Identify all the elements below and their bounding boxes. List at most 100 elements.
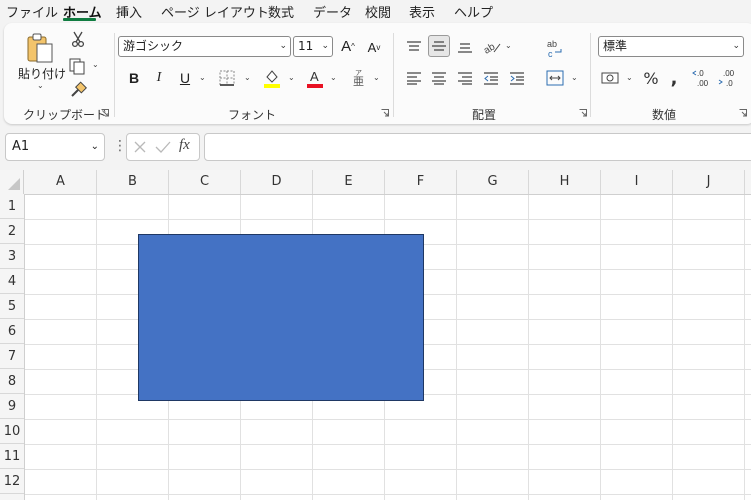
column-header-e[interactable]: E bbox=[313, 170, 385, 194]
decrease-decimal-icon[interactable]: .00.0 bbox=[718, 66, 740, 90]
row-header-6[interactable]: 6 bbox=[0, 319, 24, 344]
number-dialog-launcher-icon[interactable] bbox=[739, 109, 747, 117]
tab-formulas[interactable]: 数式 bbox=[268, 2, 294, 21]
align-right-icon[interactable] bbox=[455, 68, 475, 88]
clipboard-dialog-launcher-icon[interactable] bbox=[101, 109, 109, 117]
fill-color-dropdown-chevron-icon[interactable]: ⌄ bbox=[288, 73, 295, 82]
fill-color-icon[interactable] bbox=[262, 67, 282, 89]
decrease-font-size-icon[interactable]: Av bbox=[364, 37, 384, 57]
font-name-value: 游ゴシック bbox=[123, 39, 184, 53]
orientation-dropdown-chevron-icon[interactable]: ⌄ bbox=[505, 41, 512, 50]
number-format-combo[interactable]: 標準 ⌄ bbox=[598, 36, 744, 57]
chevron-down-icon[interactable]: ⌄ bbox=[732, 37, 740, 56]
tab-help[interactable]: ヘルプ bbox=[454, 2, 493, 21]
font-color-icon[interactable]: A bbox=[305, 67, 325, 89]
chevron-down-icon[interactable]: ⌄ bbox=[91, 134, 99, 160]
row-header-7[interactable]: 7 bbox=[0, 344, 24, 369]
active-tab-indicator bbox=[63, 18, 96, 21]
row-header-8[interactable]: 8 bbox=[0, 369, 24, 394]
increase-indent-icon[interactable] bbox=[507, 68, 527, 88]
font-size-combo[interactable]: 11 ⌄ bbox=[293, 36, 333, 57]
enter-check-icon[interactable] bbox=[154, 138, 172, 156]
gridline bbox=[744, 195, 745, 500]
row-header-5[interactable]: 5 bbox=[0, 294, 24, 319]
row-header-3[interactable]: 3 bbox=[0, 244, 24, 269]
align-bottom-icon[interactable] bbox=[455, 37, 475, 57]
align-left-icon[interactable] bbox=[404, 68, 424, 88]
svg-text:A: A bbox=[310, 69, 319, 84]
underline-dropdown-chevron-icon[interactable]: ⌄ bbox=[199, 73, 206, 82]
merge-center-icon[interactable] bbox=[544, 67, 566, 89]
merge-dropdown-chevron-icon[interactable]: ⌄ bbox=[571, 73, 578, 82]
paste-dropdown-chevron-icon[interactable]: ⌄ bbox=[37, 81, 44, 90]
cut-icon[interactable] bbox=[68, 29, 88, 49]
row-header-column: 1 2 3 4 5 6 7 8 9 10 11 12 bbox=[0, 194, 25, 500]
borders-icon[interactable] bbox=[217, 68, 237, 88]
column-header-i[interactable]: I bbox=[601, 170, 673, 194]
accounting-dropdown-chevron-icon[interactable]: ⌄ bbox=[626, 73, 633, 82]
svg-text:.0: .0 bbox=[697, 69, 704, 78]
select-all-button[interactable] bbox=[0, 170, 24, 194]
phonetic-dropdown-chevron-icon[interactable]: ⌄ bbox=[373, 73, 380, 82]
tab-data[interactable]: データ bbox=[313, 2, 352, 21]
bold-icon[interactable]: B bbox=[124, 68, 144, 88]
row-header-10[interactable]: 10 bbox=[0, 419, 24, 444]
cancel-icon[interactable] bbox=[131, 138, 149, 156]
svg-text:.0: .0 bbox=[726, 79, 733, 88]
font-dialog-launcher-icon[interactable] bbox=[381, 109, 389, 117]
font-color-dropdown-chevron-icon[interactable]: ⌄ bbox=[330, 73, 337, 82]
name-box[interactable]: A1 ⌄ bbox=[5, 133, 105, 161]
paste-label[interactable]: 貼り付け bbox=[18, 65, 66, 82]
comma-style-icon[interactable]: , bbox=[666, 68, 682, 89]
row-header-1[interactable]: 1 bbox=[0, 194, 24, 219]
align-middle-icon[interactable] bbox=[428, 35, 450, 57]
formula-input[interactable] bbox=[204, 133, 751, 161]
decrease-indent-icon[interactable] bbox=[481, 68, 501, 88]
underline-icon[interactable]: U bbox=[175, 68, 195, 88]
chevron-down-icon[interactable]: ⌄ bbox=[279, 37, 287, 56]
row-header-9[interactable]: 9 bbox=[0, 394, 24, 419]
increase-font-size-icon[interactable]: A ^ bbox=[338, 36, 358, 56]
copy-dropdown-chevron-icon[interactable]: ⌄ bbox=[92, 60, 99, 69]
column-header-g[interactable]: G bbox=[457, 170, 529, 194]
chevron-down-icon[interactable]: ⌄ bbox=[321, 37, 329, 56]
format-painter-icon[interactable] bbox=[68, 80, 88, 100]
column-header-c[interactable]: C bbox=[169, 170, 241, 194]
tab-review[interactable]: 校閲 bbox=[365, 2, 391, 21]
formula-bar-grip-icon[interactable]: ⋮ bbox=[113, 138, 127, 154]
align-top-icon[interactable] bbox=[404, 37, 424, 57]
tab-page-layout[interactable]: ページ レイアウト bbox=[161, 2, 269, 21]
column-header-j[interactable]: J bbox=[673, 170, 745, 194]
row-header-4[interactable]: 4 bbox=[0, 269, 24, 294]
copy-icon[interactable] bbox=[67, 56, 87, 76]
tab-insert[interactable]: 挿入 bbox=[116, 2, 142, 21]
phonetic-guide-icon[interactable]: ア 亜 bbox=[349, 67, 369, 89]
font-name-combo[interactable]: 游ゴシック ⌄ bbox=[118, 36, 291, 57]
insert-function-icon[interactable]: fx bbox=[179, 137, 190, 154]
italic-icon[interactable]: I bbox=[149, 68, 169, 88]
percent-style-icon[interactable]: % bbox=[641, 68, 661, 88]
svg-text:.00: .00 bbox=[697, 79, 709, 88]
row-header-11[interactable]: 11 bbox=[0, 444, 24, 469]
row-header-12[interactable]: 12 bbox=[0, 469, 24, 494]
wrap-text-icon[interactable]: ab c bbox=[544, 37, 566, 59]
column-header-b[interactable]: B bbox=[97, 170, 169, 194]
tab-file[interactable]: ファイル bbox=[6, 2, 58, 21]
borders-dropdown-chevron-icon[interactable]: ⌄ bbox=[244, 73, 251, 82]
gridline bbox=[600, 195, 601, 500]
column-header-a[interactable]: A bbox=[25, 170, 97, 194]
paste-icon[interactable] bbox=[24, 31, 56, 65]
column-header-f[interactable]: F bbox=[385, 170, 457, 194]
column-header-d[interactable]: D bbox=[241, 170, 313, 194]
increase-decimal-icon[interactable]: .0.00 bbox=[692, 66, 714, 90]
accounting-format-icon[interactable] bbox=[600, 68, 622, 88]
gridline bbox=[25, 219, 751, 220]
text-orientation-icon[interactable]: ab bbox=[481, 37, 503, 57]
svg-text:亜: 亜 bbox=[353, 75, 364, 88]
alignment-dialog-launcher-icon[interactable] bbox=[579, 109, 587, 117]
row-header-2[interactable]: 2 bbox=[0, 219, 24, 244]
rectangle-shape[interactable] bbox=[138, 234, 424, 401]
tab-view[interactable]: 表示 bbox=[409, 2, 435, 21]
align-center-icon[interactable] bbox=[429, 68, 449, 88]
column-header-h[interactable]: H bbox=[529, 170, 601, 194]
